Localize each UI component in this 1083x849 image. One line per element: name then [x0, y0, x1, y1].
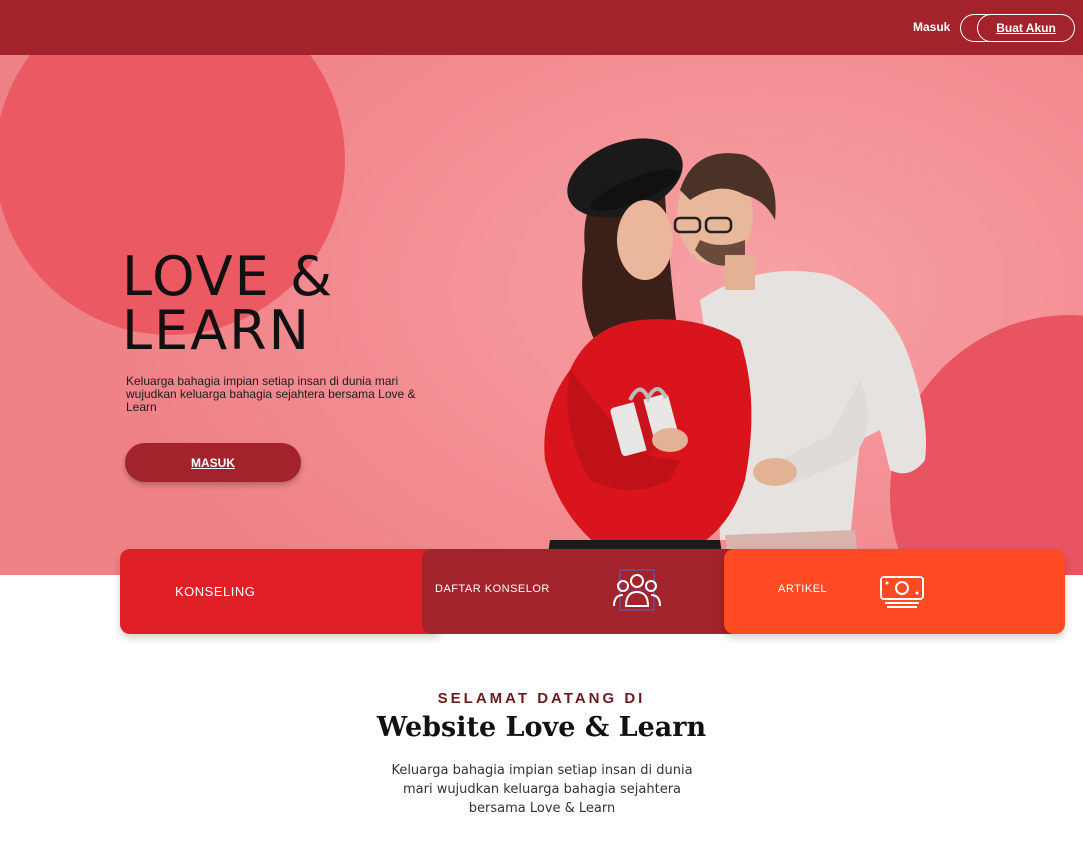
service-card-daftar-konselor[interactable]: DAFTAR KONSELOR	[422, 549, 742, 634]
top-navbar: Masuk Buat Akun	[0, 0, 1083, 55]
service-card-label: ARTIKEL	[778, 583, 828, 595]
register-button[interactable]: Buat Akun	[977, 14, 1075, 42]
hero-section: LOVE & LEARN Keluarga bahagia impian set…	[0, 55, 1083, 575]
service-card-label: DAFTAR KONSELOR	[435, 583, 550, 595]
service-card-konseling[interactable]: KONSELING	[120, 549, 440, 634]
couple-photo	[544, 138, 926, 575]
welcome-kicker: SELAMAT DATANG DI	[437, 690, 646, 707]
hero-title: LOVE & LEARN	[122, 250, 334, 358]
hero-title-line2: LEARN	[122, 299, 312, 362]
welcome-title: Website Love & Learn	[376, 712, 707, 743]
money-icon	[880, 576, 924, 608]
users-icon	[613, 569, 661, 611]
service-card-label: KONSELING	[175, 584, 256, 599]
hero-login-button[interactable]: MASUK	[125, 443, 301, 482]
service-card-artikel[interactable]: ARTIKEL	[724, 549, 1065, 634]
login-link[interactable]: Masuk	[913, 20, 950, 34]
service-cards: KONSELING DAFTAR KONSELOR ARTIKEL	[120, 549, 1065, 634]
welcome-description: Keluarga bahagia impian setiap insan di …	[391, 763, 693, 816]
hero-description: Keluarga bahagia impian setiap insan di …	[126, 374, 416, 414]
